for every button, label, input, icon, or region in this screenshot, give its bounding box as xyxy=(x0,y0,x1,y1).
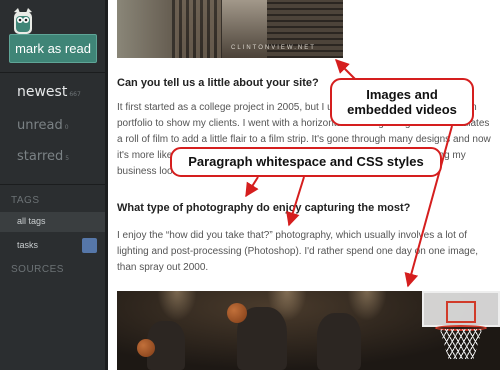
annotation-callout-paragraphs: Paragraph whitespace and CSS styles xyxy=(170,147,442,177)
annotation-callout-images: Images and embedded videos xyxy=(330,78,474,126)
tag-color-swatch[interactable] xyxy=(82,238,97,253)
article-paragraph: I enjoy the “how did you take that?” pho… xyxy=(117,230,479,273)
tag-item-tasks[interactable]: tasks xyxy=(0,236,105,256)
nav-starred-label: starred xyxy=(17,149,64,164)
mark-as-read-button[interactable]: mark as read xyxy=(9,34,97,63)
tags-heading: TAGS xyxy=(11,195,40,206)
nav-newest[interactable]: newest 667 xyxy=(17,81,81,100)
article-image-basketball xyxy=(117,291,500,370)
owl-icon xyxy=(14,8,32,34)
article-heading: What type of photography do enjoy captur… xyxy=(117,202,411,214)
divider xyxy=(0,184,105,185)
divider xyxy=(0,72,105,73)
tag-item-all-tags[interactable]: all tags xyxy=(0,212,105,232)
nav-newest-label: newest xyxy=(17,84,68,100)
nav-unread[interactable]: unread 0 xyxy=(17,114,69,133)
image-caption: CLINTONVIEW.NET xyxy=(231,45,316,51)
tag-label: all tags xyxy=(17,216,46,226)
tag-label: tasks xyxy=(17,240,39,250)
nav-unread-count: 0 xyxy=(64,124,69,131)
nav-unread-label: unread xyxy=(17,118,63,133)
article-image-city: CLINTONVIEW.NET xyxy=(117,0,343,58)
article-heading: Can you tell us a little about your site… xyxy=(117,77,319,89)
sources-heading: SOURCES xyxy=(11,264,64,275)
sidebar: mark as read newest 667 unread 0 starred 5 … xyxy=(0,0,108,370)
nav-starred-count: 5 xyxy=(65,155,70,162)
article-content: CLINTONVIEW.NET Can you tell us a little… xyxy=(108,0,500,370)
nav-newest-count: 667 xyxy=(69,91,81,98)
nav-starred[interactable]: starred 5 xyxy=(17,145,69,164)
